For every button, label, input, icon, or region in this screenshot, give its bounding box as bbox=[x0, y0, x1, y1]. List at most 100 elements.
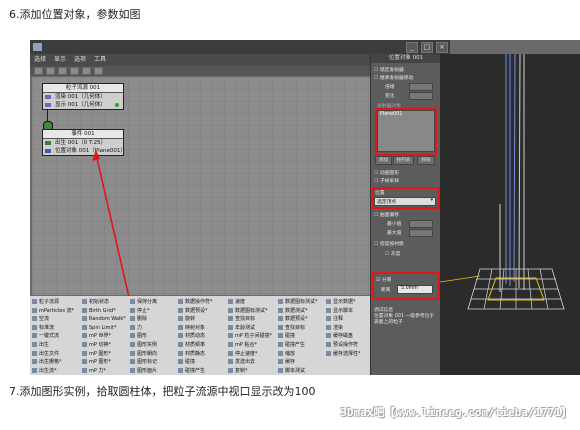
operator-depot: 粒子流源 mParticles 流* 空流 标准流 一键式流 出生 出生文件 出… bbox=[30, 296, 370, 375]
depot-item[interactable]: 出生栅格* bbox=[32, 358, 74, 367]
depot-item[interactable]: Random Walk* bbox=[82, 315, 126, 324]
depot-item[interactable]: 数据操作符* bbox=[178, 298, 213, 307]
depot-item[interactable]: 复制* bbox=[228, 367, 272, 375]
add-button[interactable]: 添加 bbox=[375, 156, 392, 165]
3dsmax-screenshot: _ □ × 选择 显示 选项 工具 粒子流源 001 渲染 001（几何体） 显… bbox=[30, 40, 580, 375]
depot-item[interactable]: mP 切换* bbox=[82, 341, 126, 350]
depot-item[interactable]: 查找目标 bbox=[278, 324, 318, 333]
subframe-checkbox[interactable]: ☐ 子帧采样 bbox=[374, 177, 399, 184]
depot-item[interactable]: 空流 bbox=[32, 315, 74, 324]
depot-item[interactable]: mParticles 流* bbox=[32, 307, 74, 316]
depot-item[interactable]: 碰撞产生 bbox=[178, 367, 213, 375]
depot-item[interactable]: 数据测试* bbox=[278, 307, 318, 316]
panel-title: 位置对象 001 bbox=[371, 54, 441, 63]
step-6-caption: 6.添加位置对象，参数如图 bbox=[9, 8, 141, 21]
depot-item[interactable]: 标准流 bbox=[32, 324, 74, 333]
inherit-motion-checkbox[interactable]: ☐ 继承发射器移动 bbox=[374, 74, 413, 81]
depot-item[interactable]: mP 图形* bbox=[82, 358, 126, 367]
depot-item[interactable]: mP 世界* bbox=[82, 332, 126, 341]
depot-item[interactable]: 年龄测试 bbox=[228, 324, 272, 333]
depot-item[interactable]: 显示脚本 bbox=[326, 307, 361, 316]
close-button[interactable]: × bbox=[436, 42, 448, 53]
red-highlight-emitter bbox=[375, 108, 437, 156]
depot-item[interactable]: 材质频率 bbox=[178, 341, 213, 350]
depot-item[interactable]: 碰撞 bbox=[178, 358, 213, 367]
depot-item[interactable]: mP 图形* bbox=[82, 350, 126, 359]
min-label: 最小值 bbox=[387, 222, 402, 227]
depot-item[interactable]: 缓存 bbox=[278, 358, 318, 367]
depot-column-5: 速度 数据图标测试* 查找目标 年龄测试 mP 粒子间碰撞* mP 粘合* 停止… bbox=[228, 298, 272, 375]
depot-item[interactable]: 图形标记 bbox=[130, 358, 157, 367]
message-text: 位置对象 001 一级参考位于表面上的粒子 bbox=[374, 314, 435, 325]
depot-item[interactable]: 数据预设* bbox=[278, 315, 318, 324]
depot-item[interactable]: 速度 bbox=[228, 298, 272, 307]
depot-item[interactable]: 映射对象 bbox=[178, 324, 213, 333]
depot-item[interactable]: 材质动态 bbox=[178, 332, 213, 341]
depot-item[interactable]: 一键式流 bbox=[32, 332, 74, 341]
depot-item[interactable]: Birth Grid* bbox=[82, 307, 126, 316]
depot-item[interactable]: 初始状态 bbox=[82, 298, 126, 307]
depot-item[interactable]: 出生流* bbox=[32, 367, 74, 375]
depot-item[interactable]: Spin Limit* bbox=[82, 324, 126, 333]
depot-item[interactable]: 显示数据* bbox=[326, 298, 361, 307]
depot-item[interactable]: 停止* bbox=[130, 307, 157, 316]
depot-item[interactable]: 缓存选择性* bbox=[326, 350, 361, 359]
variation-spinner[interactable] bbox=[409, 92, 433, 100]
min-spinner[interactable] bbox=[409, 220, 433, 228]
depot-item[interactable]: 图形实例 bbox=[130, 341, 157, 350]
depot-item[interactable]: 数据图标测试* bbox=[228, 307, 272, 316]
multiplier-spinner[interactable] bbox=[409, 83, 433, 91]
depot-item[interactable]: 粒子流源 bbox=[32, 298, 74, 307]
depot-column-3: 保持分离 停止* 删除 力 图形 图形实例 图形朝向 图形标记 图形面片 bbox=[130, 298, 157, 375]
depot-item[interactable]: 图形 bbox=[130, 332, 157, 341]
max-spinner[interactable] bbox=[409, 229, 433, 237]
depot-item[interactable]: 材质静态 bbox=[178, 350, 213, 359]
depot-column-4: 数据操作符* 数据预设* 旋转 映射对象 材质动态 材质频率 材质静态 碰撞 碰… bbox=[178, 298, 213, 375]
depot-item[interactable]: 图形面片 bbox=[130, 367, 157, 375]
grayscale-checkbox[interactable]: ☐ 灰度 bbox=[385, 250, 400, 257]
depot-item[interactable]: 渲染 bbox=[326, 324, 361, 333]
remove-button[interactable]: 移除 bbox=[417, 156, 435, 165]
depot-item[interactable]: 缓存磁盘 bbox=[326, 332, 361, 341]
depot-item[interactable]: 碰撞 bbox=[278, 332, 318, 341]
depot-item[interactable]: 删除 bbox=[130, 315, 157, 324]
depot-item[interactable]: mP 粒子间碰撞* bbox=[228, 332, 272, 341]
depot-item[interactable]: 发送出去 bbox=[228, 358, 272, 367]
minimize-button[interactable]: _ bbox=[406, 42, 418, 53]
density-by-checkbox[interactable]: ☐ 密度按材质 bbox=[374, 240, 404, 247]
depot-item[interactable]: 缩放 bbox=[278, 350, 318, 359]
parameters-panel: 位置对象 001 ☐ 锁定发射器 ☐ 继承发射器移动 倍增 变化 发射器对象 P… bbox=[370, 54, 441, 375]
3d-viewport[interactable] bbox=[439, 53, 580, 375]
depot-item[interactable]: mP 力* bbox=[82, 367, 126, 375]
depot-item[interactable]: 数据图标测试* bbox=[278, 298, 318, 307]
depot-item[interactable]: 出生文件 bbox=[32, 350, 74, 359]
depot-item[interactable]: 数据预设* bbox=[178, 307, 213, 316]
depot-column-1: 粒子流源 mParticles 流* 空流 标准流 一键式流 出生 出生文件 出… bbox=[32, 298, 74, 375]
by-list-button[interactable]: 按列表 bbox=[393, 156, 414, 165]
depot-item[interactable]: 出生 bbox=[32, 341, 74, 350]
lock-emitter-checkbox[interactable]: ☐ 锁定发射器 bbox=[374, 66, 404, 73]
depot-item[interactable]: 查找目标 bbox=[228, 315, 272, 324]
depot-item[interactable]: 注释 bbox=[326, 315, 361, 324]
window-controls: _ □ × bbox=[406, 42, 448, 53]
max-label: 最大值 bbox=[387, 231, 402, 236]
red-highlight-location bbox=[372, 187, 440, 209]
viewport-scene bbox=[439, 53, 565, 310]
depot-item[interactable]: 脚本测试 bbox=[278, 367, 318, 375]
depot-item[interactable]: 力 bbox=[130, 324, 157, 333]
multiplier-label: 倍增 bbox=[385, 85, 395, 90]
depot-item[interactable]: 旋转 bbox=[178, 315, 213, 324]
depot-column-2: 初始状态 Birth Grid* Random Walk* Spin Limit… bbox=[82, 298, 126, 375]
surface-offset-checkbox[interactable]: ☐ 曲面偏移 bbox=[374, 211, 399, 218]
message-label: 调试信息 bbox=[374, 308, 394, 313]
animated-shape-checkbox[interactable]: ☐ 动画图形 bbox=[374, 169, 399, 176]
depot-item[interactable]: 保持分离 bbox=[130, 298, 157, 307]
depot-item[interactable]: 预设操作符 bbox=[326, 341, 361, 350]
depot-item[interactable]: mP 粘合* bbox=[228, 341, 272, 350]
depot-item[interactable]: 图形朝向 bbox=[130, 350, 157, 359]
watermark: 3Dmax吧【www.lineeg.com/tieba/1771】 bbox=[340, 406, 572, 419]
depot-column-6: 数据图标测试* 数据测试* 数据预设* 查找目标 碰撞 碰撞产生 缩放 缓存 脚… bbox=[278, 298, 318, 375]
maximize-button[interactable]: □ bbox=[421, 42, 433, 53]
depot-item[interactable]: 停止速度* bbox=[228, 350, 272, 359]
depot-item[interactable]: 碰撞产生 bbox=[278, 341, 318, 350]
